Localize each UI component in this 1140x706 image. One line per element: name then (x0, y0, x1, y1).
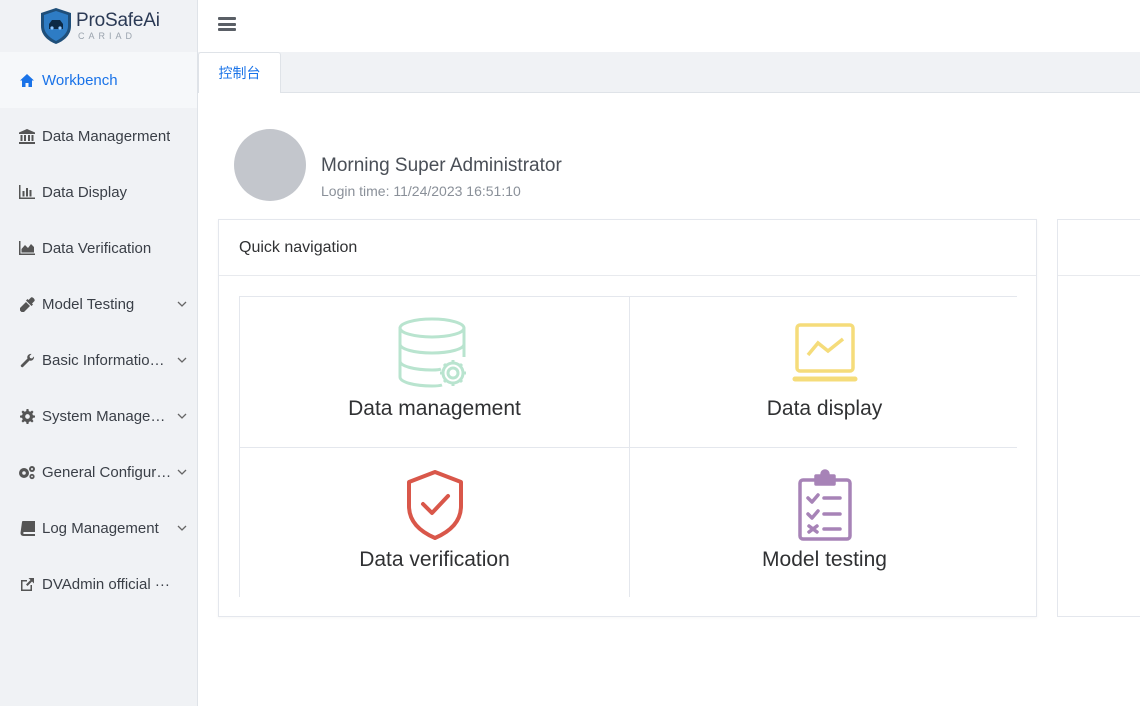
sidebar: ProSafeAi CARIAD Workbench Data Managerm… (0, 0, 198, 706)
sidebar-item-label: Data Managerment (42, 127, 171, 145)
chevron-down-icon[interactable] (177, 411, 187, 421)
chevron-down-icon[interactable] (177, 523, 187, 533)
quick-nav-model-testing[interactable]: Model testing (630, 448, 1019, 598)
sidebar-item-general-configuration[interactable]: General Configura··· (0, 444, 197, 500)
chevron-down-icon[interactable] (177, 355, 187, 365)
quick-navigation-card: Quick navigation Data management Data di… (218, 219, 1037, 617)
secondary-card (1057, 219, 1140, 617)
logo[interactable]: ProSafeAi CARIAD (0, 0, 197, 52)
sidebar-item-data-verification[interactable]: Data Verification (0, 220, 197, 276)
quick-nav-label: Data display (766, 397, 883, 420)
database-gear-icon (398, 317, 466, 388)
sidebar-item-label: Data Display (42, 183, 128, 201)
sidebar-item-label: Basic InformationAI (42, 351, 172, 369)
quick-nav-data-management[interactable]: Data management (240, 297, 629, 447)
gears-icon (18, 464, 36, 480)
tab-console[interactable]: 控制台 (198, 52, 281, 93)
chevron-down-icon[interactable] (177, 467, 187, 477)
brand-name: ProSafeAi (76, 10, 160, 31)
sidebar-item-workbench[interactable]: Workbench (0, 52, 197, 108)
book-icon (18, 520, 36, 536)
sidebar-item-log-management[interactable]: Log Management (0, 500, 197, 556)
quick-nav-data-display[interactable]: Data display (630, 297, 1019, 447)
sidebar-item-label: DVAdmin official ··· (42, 575, 170, 593)
shield-check-icon (406, 470, 463, 540)
bar-chart-icon (18, 184, 36, 200)
sidebar-item-model-testing[interactable]: Model Testing (0, 276, 197, 332)
eyedropper-icon (18, 296, 36, 312)
menu-toggle-icon[interactable] (218, 17, 236, 31)
quick-navigation-grid: Data management Data display Data verifi… (239, 296, 1019, 598)
quick-nav-label: Model testing (762, 548, 887, 571)
quick-nav-label: Data management (348, 397, 521, 420)
sidebar-item-label: Log Management (42, 519, 159, 537)
top-header (198, 0, 1140, 52)
tabs-bar: 控制台 (198, 52, 1140, 93)
sidebar-item-basic-information[interactable]: Basic InformationAI (0, 332, 197, 388)
sidebar-item-label: General Configura··· (42, 463, 172, 481)
quick-navigation-title: Quick navigation (219, 220, 1036, 276)
sidebar-item-data-managerment[interactable]: Data Managerment (0, 108, 197, 164)
quick-nav-label: Data verification (359, 548, 510, 571)
sidebar-item-label: System Managem··· (42, 407, 172, 425)
clipboard-checklist-icon (797, 469, 852, 541)
chevron-down-icon[interactable] (177, 299, 187, 309)
sidebar-item-label: Workbench (42, 71, 118, 89)
quick-nav-data-verification[interactable]: Data verification (240, 448, 629, 598)
sidebar-item-label: Model Testing (42, 295, 135, 313)
home-icon (18, 72, 36, 88)
shield-logo-icon (41, 8, 71, 44)
brand-subname: CARIAD (78, 31, 137, 41)
greeting-text: Morning Super Administrator (321, 155, 562, 176)
main-content: Morning Super Administrator Login time: … (198, 93, 1140, 706)
monitor-chart-icon (792, 323, 857, 382)
secondary-card-header (1058, 220, 1140, 276)
area-chart-icon (18, 240, 36, 256)
sidebar-item-data-display[interactable]: Data Display (0, 164, 197, 220)
sidebar-item-system-management[interactable]: System Managem··· (0, 388, 197, 444)
sidebar-item-dvadmin-official[interactable]: DVAdmin official ··· (0, 556, 197, 612)
bank-icon (18, 128, 36, 144)
wrench-icon (18, 352, 36, 368)
avatar (234, 129, 306, 201)
gear-icon (18, 408, 36, 424)
external-link-icon (18, 576, 36, 592)
sidebar-item-label: Data Verification (42, 239, 152, 257)
sidebar-menu: Workbench Data Managerment Data Display … (0, 52, 197, 612)
login-time: Login time: 11/24/2023 16:51:10 (321, 183, 521, 199)
